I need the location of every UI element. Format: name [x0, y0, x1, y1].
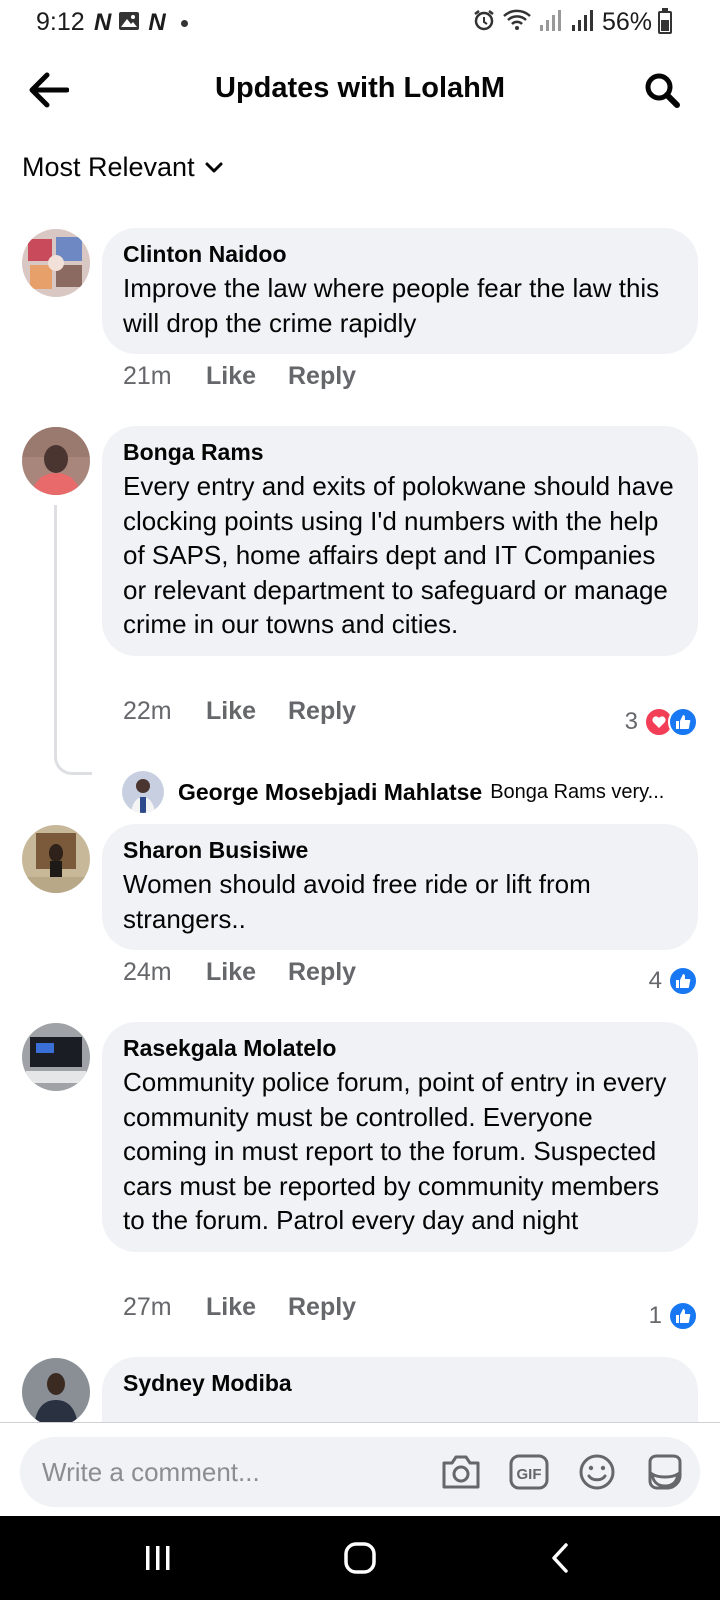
comment-composer: GIF — [20, 1437, 700, 1507]
netflix-notification-icon: N — [94, 9, 111, 36]
like-button[interactable]: Like — [206, 697, 288, 726]
wifi-icon — [502, 8, 532, 37]
sort-label: Most Relevant — [22, 152, 195, 182]
comment-author[interactable]: Bonga Rams — [123, 438, 678, 466]
avatar[interactable] — [22, 229, 90, 297]
comment-text: Improve the law where people fear the la… — [123, 273, 660, 338]
svg-text:GIF: GIF — [517, 1466, 542, 1483]
more-notifications-dot — [180, 19, 188, 27]
app-header: Updates with LolahM — [0, 60, 720, 120]
reaction-summary[interactable]: 4 — [649, 966, 698, 996]
reaction-count: 1 — [648, 1302, 662, 1329]
gif-button[interactable]: GIF — [506, 1450, 552, 1494]
reply-button[interactable]: Reply — [288, 1293, 356, 1322]
comment-bubble: Sharon Busisiwe Women should avoid free … — [102, 824, 698, 950]
status-bar: 9:12 N N 56% — [0, 0, 720, 46]
system-indicators: 56% — [472, 8, 672, 37]
comment-bubble: Bonga Rams Every entry and exits of polo… — [102, 426, 698, 656]
chevron-down-icon — [205, 162, 223, 172]
home-icon — [344, 1542, 376, 1574]
comment-time: 22m — [123, 697, 172, 725]
comment-actions: 27m Like Reply — [123, 1293, 356, 1322]
reply-thread-line — [54, 505, 92, 775]
home-button[interactable] — [338, 1538, 382, 1578]
comment-text: Women should avoid free ride or lift fro… — [123, 869, 591, 934]
comment-bubble: Sydney Modiba — [102, 1357, 698, 1422]
comment-text: Community police forum, point of entry i… — [123, 1067, 667, 1235]
like-button[interactable]: Like — [206, 1293, 288, 1322]
like-icon — [668, 707, 698, 737]
comment-author[interactable]: Clinton Naidoo — [123, 240, 678, 268]
reaction-count: 3 — [624, 708, 638, 735]
netflix-notification-icon: N — [148, 9, 165, 36]
reaction-summary[interactable]: 3 — [625, 707, 698, 737]
camera-button[interactable] — [438, 1450, 484, 1494]
battery-icon — [658, 8, 672, 34]
comment-time: 27m — [123, 1293, 172, 1321]
recent-apps-button[interactable] — [136, 1538, 180, 1578]
comment-input[interactable] — [42, 1437, 402, 1507]
back-chevron-icon — [552, 1543, 568, 1573]
signal-icon — [570, 9, 596, 36]
reply-snippet: Bonga Rams very... — [490, 780, 665, 803]
comment-author[interactable]: Rasekgala Molatelo — [123, 1034, 678, 1062]
comment-actions: 24m Like Reply — [123, 958, 356, 987]
reply-button[interactable]: Reply — [288, 362, 356, 391]
sticker-icon — [648, 1454, 682, 1490]
comment-actions: 21m Like Reply — [123, 362, 356, 391]
like-button[interactable]: Like — [206, 958, 288, 987]
gif-icon: GIF — [509, 1454, 549, 1490]
status-time: 9:12 — [36, 8, 85, 36]
comment-bubble: Rasekgala Molatelo Community police foru… — [102, 1022, 698, 1252]
sticker-button[interactable] — [642, 1450, 688, 1494]
signal-icon — [538, 9, 564, 36]
comment-author[interactable]: Sharon Busisiwe — [123, 836, 678, 864]
reply-button[interactable]: Reply — [288, 958, 356, 987]
sort-dropdown[interactable]: Most Relevant — [22, 152, 223, 183]
comment-actions: 22m Like Reply — [123, 697, 356, 726]
like-button[interactable]: Like — [206, 362, 288, 391]
camera-icon — [442, 1455, 480, 1489]
search-icon — [645, 73, 680, 108]
avatar[interactable] — [22, 427, 90, 495]
reply-preview[interactable]: George Mosebjadi Mahlatse Bonga Rams ver… — [122, 770, 702, 814]
avatar[interactable] — [122, 771, 164, 813]
reply-author: George Mosebjadi Mahlatse — [178, 778, 483, 805]
comment-time: 21m — [123, 362, 172, 390]
reaction-summary[interactable]: 1 — [649, 1301, 698, 1331]
reaction-count: 4 — [648, 967, 662, 994]
avatar[interactable] — [22, 825, 90, 893]
page-title: Updates with LolahM — [215, 72, 505, 104]
battery-percentage: 56% — [601, 8, 652, 36]
back-nav-button[interactable] — [538, 1538, 582, 1578]
gallery-notification-icon — [118, 11, 140, 36]
like-icon — [668, 966, 698, 996]
reply-button[interactable]: Reply — [288, 697, 356, 726]
system-navigation-bar — [0, 1516, 720, 1600]
avatar[interactable] — [22, 1023, 90, 1091]
comments-feed[interactable]: 9:12 N N 56% Updates with LolahM Most Re… — [0, 0, 720, 1422]
avatar[interactable] — [22, 1358, 90, 1422]
composer-tools: GIF — [438, 1450, 688, 1494]
smiley-icon — [579, 1454, 615, 1490]
alarm-icon — [472, 8, 496, 37]
comment-bubble: Clinton Naidoo Improve the law where peo… — [102, 228, 698, 354]
comment-text: Every entry and exits of polokwane shoul… — [123, 471, 674, 639]
comment-time: 24m — [123, 958, 172, 986]
comment-composer-bar: GIF — [0, 1422, 720, 1516]
like-icon — [668, 1301, 698, 1331]
notification-icons: N N — [94, 9, 188, 37]
recent-apps-icon — [146, 1546, 170, 1570]
search-button[interactable] — [638, 68, 686, 112]
comment-author[interactable]: Sydney Modiba — [123, 1369, 678, 1397]
emoji-button[interactable] — [574, 1450, 620, 1494]
